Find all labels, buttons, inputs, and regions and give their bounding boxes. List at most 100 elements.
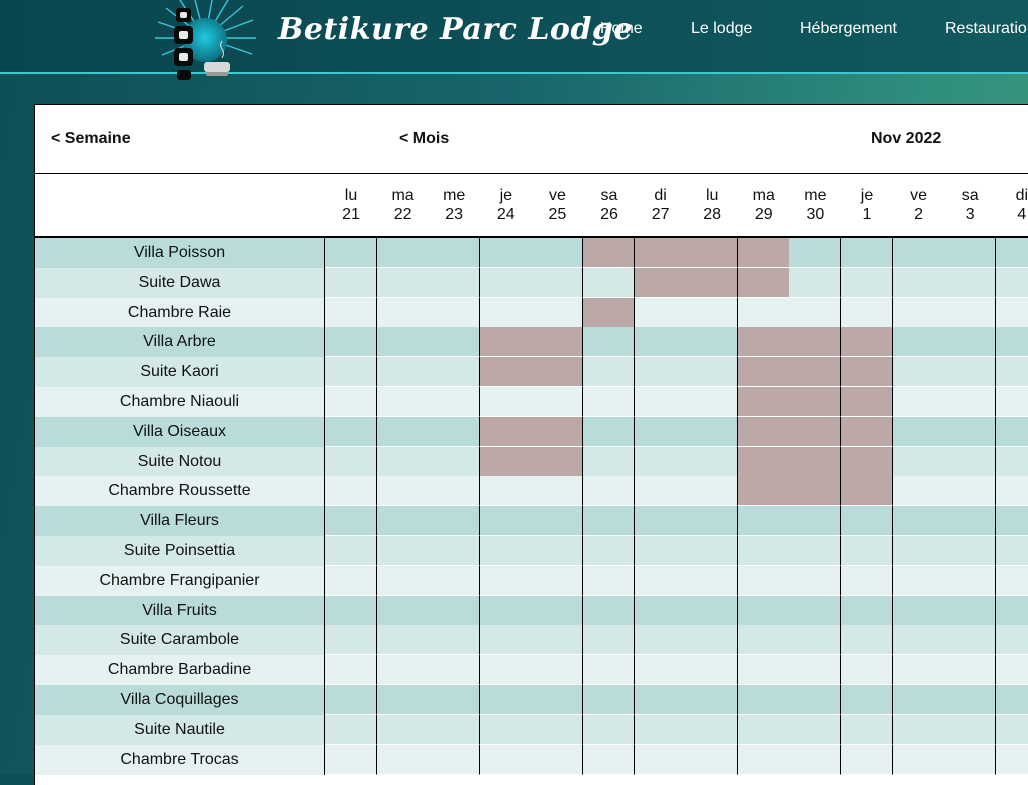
booked-cell[interactable] (737, 416, 790, 447)
available-cell[interactable] (944, 536, 997, 566)
available-cell[interactable] (531, 565, 584, 596)
available-cell[interactable] (634, 387, 687, 417)
available-cell[interactable] (634, 476, 687, 507)
booked-cell[interactable] (737, 476, 790, 507)
available-cell[interactable] (686, 327, 739, 358)
available-cell[interactable] (583, 506, 636, 537)
available-cell[interactable] (376, 327, 429, 358)
available-cell[interactable] (428, 446, 481, 477)
booked-cell[interactable] (531, 327, 584, 358)
available-cell[interactable] (531, 595, 584, 626)
available-cell[interactable] (634, 297, 687, 328)
available-cell[interactable] (325, 625, 378, 656)
available-cell[interactable] (376, 744, 429, 775)
available-cell[interactable] (376, 655, 429, 686)
available-cell[interactable] (583, 625, 636, 656)
booked-cell[interactable] (479, 446, 532, 477)
available-cell[interactable] (531, 536, 584, 566)
available-cell[interactable] (686, 625, 739, 656)
available-cell[interactable] (583, 685, 636, 715)
available-cell[interactable] (376, 565, 429, 596)
available-cell[interactable] (531, 506, 584, 537)
available-cell[interactable] (325, 416, 378, 447)
available-cell[interactable] (892, 387, 945, 417)
available-cell[interactable] (376, 595, 429, 626)
available-cell[interactable] (479, 625, 532, 656)
available-cell[interactable] (531, 297, 584, 328)
booked-cell[interactable] (479, 357, 532, 388)
available-cell[interactable] (325, 387, 378, 417)
available-cell[interactable] (325, 267, 378, 298)
booked-cell[interactable] (737, 267, 790, 298)
booked-cell[interactable] (789, 416, 842, 447)
available-cell[interactable] (841, 595, 894, 626)
available-cell[interactable] (737, 714, 790, 745)
available-cell[interactable] (892, 565, 945, 596)
available-cell[interactable] (531, 714, 584, 745)
available-cell[interactable] (686, 565, 739, 596)
booked-cell[interactable] (789, 387, 842, 417)
available-cell[interactable] (479, 565, 532, 596)
available-cell[interactable] (325, 446, 378, 477)
available-cell[interactable] (583, 446, 636, 477)
available-cell[interactable] (634, 565, 687, 596)
available-cell[interactable] (995, 327, 1028, 358)
available-cell[interactable] (634, 327, 687, 358)
available-cell[interactable] (479, 536, 532, 566)
booked-cell[interactable] (841, 327, 894, 358)
available-cell[interactable] (634, 655, 687, 686)
available-cell[interactable] (428, 267, 481, 298)
available-cell[interactable] (944, 416, 997, 447)
available-cell[interactable] (376, 416, 429, 447)
available-cell[interactable] (995, 506, 1028, 537)
available-cell[interactable] (531, 625, 584, 656)
available-cell[interactable] (479, 655, 532, 686)
available-cell[interactable] (428, 387, 481, 417)
available-cell[interactable] (634, 536, 687, 566)
nav-restauration[interactable]: Restauration (945, 20, 1028, 38)
available-cell[interactable] (841, 714, 894, 745)
available-cell[interactable] (789, 595, 842, 626)
available-cell[interactable] (376, 506, 429, 537)
available-cell[interactable] (892, 506, 945, 537)
booked-cell[interactable] (531, 357, 584, 388)
booked-cell[interactable] (634, 238, 687, 268)
available-cell[interactable] (995, 565, 1028, 596)
available-cell[interactable] (841, 536, 894, 566)
available-cell[interactable] (428, 327, 481, 358)
available-cell[interactable] (789, 625, 842, 656)
available-cell[interactable] (583, 714, 636, 745)
available-cell[interactable] (841, 565, 894, 596)
available-cell[interactable] (944, 714, 997, 745)
available-cell[interactable] (995, 476, 1028, 507)
available-cell[interactable] (841, 238, 894, 268)
available-cell[interactable] (376, 267, 429, 298)
available-cell[interactable] (995, 357, 1028, 388)
available-cell[interactable] (583, 416, 636, 447)
available-cell[interactable] (892, 744, 945, 775)
available-cell[interactable] (686, 506, 739, 537)
available-cell[interactable] (325, 655, 378, 686)
available-cell[interactable] (944, 476, 997, 507)
available-cell[interactable] (479, 267, 532, 298)
available-cell[interactable] (428, 744, 481, 775)
booked-cell[interactable] (789, 357, 842, 388)
available-cell[interactable] (944, 267, 997, 298)
available-cell[interactable] (995, 595, 1028, 626)
available-cell[interactable] (479, 476, 532, 507)
nav-le-lodge[interactable]: Le lodge (691, 20, 752, 38)
available-cell[interactable] (428, 297, 481, 328)
booked-cell[interactable] (531, 446, 584, 477)
available-cell[interactable] (789, 744, 842, 775)
available-cell[interactable] (583, 357, 636, 388)
available-cell[interactable] (428, 565, 481, 596)
available-cell[interactable] (325, 536, 378, 566)
available-cell[interactable] (428, 685, 481, 715)
available-cell[interactable] (892, 327, 945, 358)
available-cell[interactable] (376, 685, 429, 715)
available-cell[interactable] (686, 595, 739, 626)
available-cell[interactable] (841, 744, 894, 775)
available-cell[interactable] (428, 655, 481, 686)
available-cell[interactable] (789, 238, 842, 268)
available-cell[interactable] (479, 238, 532, 268)
